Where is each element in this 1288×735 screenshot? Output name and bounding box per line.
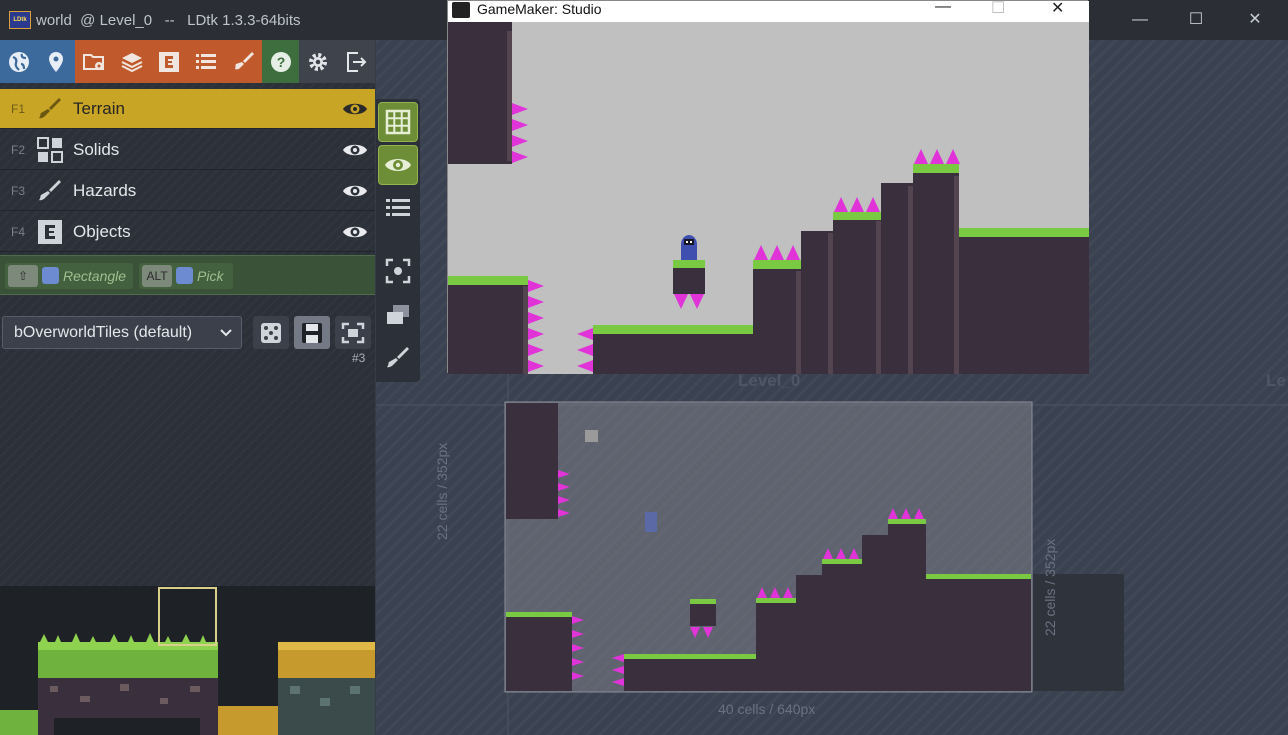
game-minimize-button[interactable]: — — [935, 0, 951, 16]
close-button[interactable]: ✕ — [1243, 8, 1267, 32]
pin-icon — [49, 51, 63, 72]
svg-text:?: ? — [276, 54, 285, 70]
save-icon — [302, 322, 322, 343]
left-panel: ? F1 Terrain F2 Solids F3 Hazards F4 Obj… — [0, 40, 375, 735]
entity-icon — [158, 51, 179, 72]
entities-button[interactable] — [150, 40, 187, 83]
grid-icon — [37, 137, 63, 163]
hint-text: Rectangle — [63, 268, 127, 284]
focus-icon — [385, 258, 411, 284]
layer-shortcut: F2 — [11, 143, 26, 157]
folder-gear-icon — [83, 53, 104, 70]
brush-icon — [39, 98, 61, 119]
toggle-grid-button[interactable] — [378, 102, 418, 142]
layer-name: Hazards — [73, 181, 137, 200]
tilesets-button[interactable] — [225, 40, 262, 83]
toggle-list-button[interactable] — [378, 188, 418, 228]
layer-shortcut: F4 — [11, 225, 26, 239]
enums-button[interactable] — [187, 40, 225, 83]
layer-hazards[interactable]: F3 Hazards — [0, 171, 375, 211]
focus-button[interactable] — [378, 251, 418, 291]
tileset-select-value: bOverworldTiles (default) — [14, 324, 193, 341]
game-close-button[interactable]: ✕ — [1051, 0, 1064, 18]
level-button[interactable] — [37, 40, 75, 83]
tile-brush-button[interactable] — [378, 338, 418, 378]
grid-icon — [385, 109, 411, 135]
save-selection-button[interactable] — [294, 316, 330, 349]
tile-mini-icon — [176, 267, 193, 284]
level-height-label: 22 cells / 352px — [434, 442, 450, 540]
gamemaker-icon — [452, 2, 470, 18]
level-width-label: 40 cells / 640px — [718, 701, 816, 717]
game-maximize-button[interactable]: ☐ — [991, 0, 1005, 18]
layer-name: Objects — [73, 222, 131, 241]
layer-name: Terrain — [73, 99, 125, 118]
fit-view-button[interactable] — [335, 316, 371, 349]
exit-button[interactable] — [336, 40, 375, 83]
edit-tools-strip — [376, 99, 420, 382]
globe-icon — [8, 51, 29, 72]
level-name-label: Level_0 — [738, 371, 801, 390]
tileset-id: #3 — [352, 351, 366, 365]
layer-name: Solids — [73, 140, 120, 159]
stack-icon — [387, 305, 409, 324]
dice-icon — [261, 322, 281, 343]
main-toolbar: ? — [0, 40, 375, 83]
tileset-image — [0, 587, 375, 735]
eye-icon[interactable] — [342, 97, 368, 121]
list-icon — [196, 53, 216, 69]
exit-icon — [346, 51, 366, 72]
minimize-button[interactable]: — — [1128, 8, 1152, 32]
settings-button[interactable] — [299, 40, 336, 83]
hint-pick: ALT Pick — [139, 263, 233, 289]
game-preview-window[interactable]: GameMaker: Studio — ☐ ✕ — [447, 0, 1089, 374]
ldtk-app-icon: LDtk — [9, 11, 31, 29]
hint-rectangle: ⇧ Rectangle — [5, 263, 133, 289]
brush-icon — [39, 180, 61, 201]
tileset-picker[interactable] — [0, 586, 375, 735]
layers-button[interactable] — [113, 40, 150, 83]
layer-shortcut: F1 — [11, 102, 26, 116]
random-button[interactable] — [253, 316, 289, 349]
tileset-select[interactable]: bOverworldTiles (default) — [2, 316, 242, 349]
brush-icon — [234, 51, 254, 69]
layers-icon — [121, 52, 142, 72]
layer-terrain[interactable]: F1 Terrain — [0, 89, 375, 129]
fit-icon — [341, 322, 365, 343]
layers-stack-button[interactable] — [378, 295, 418, 335]
maximize-button[interactable]: ☐ — [1184, 8, 1208, 32]
window-title: world @ Level_0 -- LDtk 1.3.3-64bits — [36, 12, 301, 29]
eye-icon — [385, 159, 411, 171]
help-icon: ? — [270, 51, 291, 72]
game-scene — [448, 22, 1089, 374]
eye-icon[interactable] — [342, 179, 368, 203]
shortcut-hints: ⇧ Rectangle ALT Pick — [0, 255, 375, 295]
list-icon — [386, 199, 410, 216]
game-window-titlebar: GameMaker: Studio — ☐ ✕ — [448, 0, 1089, 22]
game-window-title: GameMaker: Studio — [477, 1, 602, 17]
eye-icon[interactable] — [342, 138, 368, 162]
chevron-down-icon — [220, 329, 232, 337]
help-button[interactable]: ? — [262, 40, 299, 83]
tile-mini-icon — [42, 267, 59, 284]
shift-key: ⇧ — [8, 265, 38, 287]
eye-icon[interactable] — [342, 220, 368, 244]
brush-icon — [387, 347, 409, 368]
layer-objects[interactable]: F4 Objects — [0, 212, 375, 252]
layer-shortcut: F3 — [11, 184, 26, 198]
level-height-label-right: 22 cells / 352px — [1042, 538, 1058, 636]
layer-solids[interactable]: F2 Solids — [0, 130, 375, 170]
world-button[interactable] — [0, 40, 37, 83]
hint-text: Pick — [197, 268, 224, 284]
alt-key: ALT — [142, 265, 172, 287]
entity-icon — [38, 220, 62, 244]
gear-icon — [308, 52, 327, 71]
toggle-visibility-button[interactable] — [378, 145, 418, 185]
next-level-label: Le — [1266, 371, 1286, 390]
project-button[interactable] — [75, 40, 113, 83]
